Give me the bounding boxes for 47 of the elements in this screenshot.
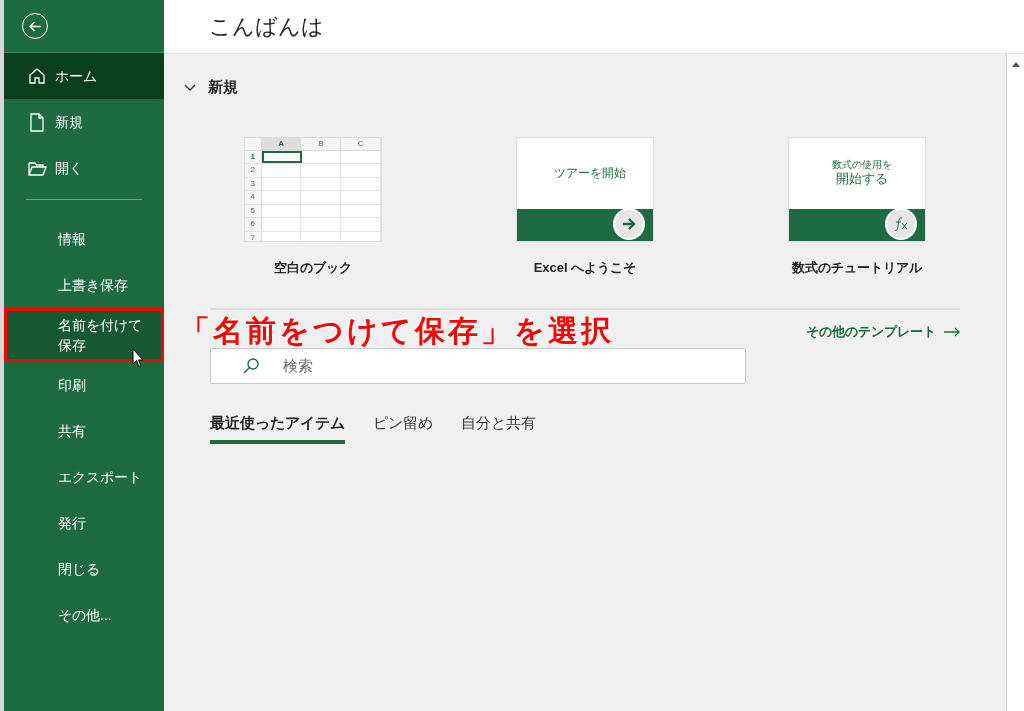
search-icon (242, 356, 260, 375)
column-header: A (278, 137, 284, 150)
search-field[interactable]: 検索 (210, 347, 746, 384)
home-icon (28, 67, 46, 85)
sidebar-item[interactable]: ホーム (4, 53, 164, 99)
sidebar-item[interactable]: 上書き保存 (4, 262, 164, 308)
sidebar-item[interactable]: 情報 (4, 216, 164, 262)
row-header: 1 (250, 150, 256, 163)
selected-cell (261, 150, 302, 163)
document-icon (29, 112, 45, 132)
sidebar-item[interactable]: 名前を付けて保存 (4, 308, 164, 362)
more-templates-link[interactable]: その他のテンプレート (806, 322, 960, 342)
thumbnail-title: ツアーを開始 (553, 165, 627, 182)
sidebar-item[interactable]: エクスポート (4, 454, 164, 500)
column-header: C (357, 137, 364, 150)
sidebar-item[interactable]: 新規 (4, 99, 164, 145)
row-header: 2 (250, 164, 256, 177)
mouse-cursor-icon (132, 348, 144, 368)
sidebar-item[interactable]: 閉じる (4, 546, 164, 592)
row-header: 3 (250, 177, 256, 190)
sidebar-item[interactable]: 開く (4, 145, 164, 191)
folder-icon (27, 160, 47, 176)
tab[interactable]: 最近使ったアイテム (210, 411, 345, 444)
section-toggle[interactable]: 新規 (184, 76, 238, 99)
sidebar-item[interactable]: 印刷 (4, 362, 164, 408)
template-card[interactable]: 数式の使用を 開始する 数式のチュートリアル (788, 136, 926, 277)
arrow-right-icon (622, 217, 636, 230)
thumbnail-title: 開始する (835, 171, 889, 187)
template-card[interactable]: A B C 1 2 3 4 5 6 7 空白のブック (244, 136, 382, 277)
tab[interactable]: ピン留め (373, 411, 433, 444)
template-card[interactable]: ツアーを開始 Excel へようこそ (516, 136, 654, 277)
arrow-right-icon (944, 326, 960, 337)
thumbnail-caption: 数式の使用を (831, 159, 893, 171)
tab[interactable]: 自分と共有 (461, 411, 536, 444)
column-header: B (318, 137, 324, 150)
row-header: 7 (250, 231, 256, 241)
annotation-text: 「名前をつけて保存」を選択 (180, 313, 614, 349)
arrow-left-icon (28, 20, 42, 32)
function-icon (893, 216, 909, 231)
scroll-up-icon[interactable] (1011, 62, 1020, 67)
sidebar-item[interactable]: その他... (4, 592, 164, 638)
row-header: 5 (250, 204, 256, 217)
greeting-title: こんばんは (209, 13, 324, 41)
row-header: 6 (250, 218, 256, 231)
row-header: 4 (250, 191, 256, 204)
sidebar-item[interactable]: 発行 (4, 500, 164, 546)
sidebar-item[interactable]: 共有 (4, 408, 164, 454)
